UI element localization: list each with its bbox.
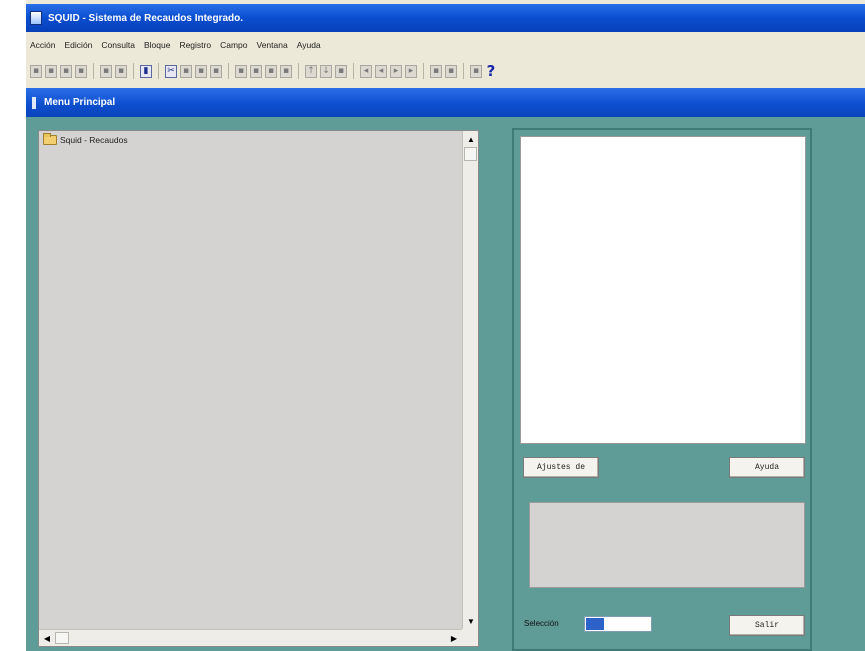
scroll-right-icon[interactable]: ▶	[447, 631, 461, 645]
menu-accion[interactable]: Acción	[30, 40, 56, 50]
help-icon[interactable]: ?	[485, 62, 497, 80]
toolbar-separator	[133, 63, 134, 79]
duplicate-icon[interactable]: ▪	[265, 64, 277, 78]
app-icon	[30, 11, 42, 25]
selection-label: Selección	[524, 619, 559, 628]
book-icon[interactable]: ▮	[140, 64, 152, 78]
delete-record-icon[interactable]: ▪	[250, 64, 262, 78]
selection-value	[586, 618, 604, 630]
menu-campo[interactable]: Campo	[220, 40, 247, 50]
exit-icon[interactable]: ▪	[75, 64, 87, 78]
first-icon[interactable]: ◂	[360, 64, 372, 78]
insert-record-icon[interactable]: ▪	[235, 64, 247, 78]
child-window-title: Menu Principal	[44, 97, 116, 108]
scroll-up-icon[interactable]: ▲	[464, 132, 478, 146]
menu-edicion[interactable]: Edición	[65, 40, 93, 50]
tree-root-node[interactable]: Squid - Recaudos	[43, 133, 128, 145]
preview-area	[520, 136, 806, 444]
menu-principal-window: Menu Principal Squid - Recaudos ▲ ▼ ◀ ▶ …	[26, 88, 865, 651]
workspace-background	[826, 128, 865, 651]
up-icon[interactable]: ↑	[305, 64, 317, 78]
scroll-corner	[462, 629, 478, 646]
menu-bloque[interactable]: Bloque	[144, 40, 170, 50]
filter-icon[interactable]: ▪	[335, 64, 347, 78]
paste-icon[interactable]: ▪	[195, 64, 207, 78]
horizontal-scrollbar[interactable]: ◀ ▶	[39, 629, 463, 646]
scissors-icon[interactable]: ✂	[165, 64, 177, 78]
query-icon[interactable]: ▪	[430, 64, 442, 78]
child-window-icon	[32, 96, 36, 109]
ajustes-button[interactable]: Ajustes de	[523, 457, 599, 478]
menu-registro[interactable]: Registro	[179, 40, 211, 50]
toolbar-separator	[93, 63, 94, 79]
clear-icon[interactable]: ▪	[280, 64, 292, 78]
window-title: SQUID - Sistema de Recaudos Integrado.	[48, 12, 244, 24]
info-area	[529, 502, 805, 588]
title-bar[interactable]: SQUID - Sistema de Recaudos Integrado.	[26, 4, 865, 32]
save-icon[interactable]: ▪	[30, 64, 42, 78]
detail-panel: Ajustes de Ayuda Selección Salir	[512, 128, 812, 651]
scroll-left-icon[interactable]: ◀	[40, 631, 54, 645]
menu-ayuda[interactable]: Ayuda	[297, 40, 321, 50]
execute-icon[interactable]: ▪	[445, 64, 457, 78]
folder-icon	[43, 133, 57, 145]
selection-input[interactable]	[584, 616, 652, 632]
down-icon[interactable]: ↓	[320, 64, 332, 78]
print-icon[interactable]: ▪	[45, 64, 57, 78]
cut-icon[interactable]: ▪	[100, 64, 112, 78]
next-icon[interactable]: ▸	[390, 64, 402, 78]
menu-tree[interactable]: Squid - Recaudos ▲ ▼ ◀ ▶	[38, 130, 479, 647]
child-title-bar[interactable]: Menu Principal	[26, 88, 865, 117]
toolbar-separator	[228, 63, 229, 79]
tree-root-label: Squid - Recaudos	[60, 135, 128, 145]
horizontal-scroll-thumb[interactable]	[55, 632, 69, 644]
context-help-icon[interactable]: ▪	[470, 64, 482, 78]
scroll-down-icon[interactable]: ▼	[464, 614, 478, 628]
toolbar-separator	[423, 63, 424, 79]
toolbar-separator	[353, 63, 354, 79]
menu-ventana[interactable]: Ventana	[257, 40, 288, 50]
toolbar-separator	[298, 63, 299, 79]
eraser-icon[interactable]: ▪	[210, 64, 222, 78]
copy-icon[interactable]: ▪	[180, 64, 192, 78]
salir-button[interactable]: Salir	[729, 615, 805, 636]
vertical-scroll-thumb[interactable]	[464, 147, 477, 161]
toolbar-separator	[158, 63, 159, 79]
menu-bar: Acción Edición Consulta Bloque Registro …	[26, 34, 865, 56]
prev-icon[interactable]: ◂	[375, 64, 387, 78]
toolbar: ▪ ▪ ▪ ▪ ▪ ▪ ▮ ✂ ▪ ▪ ▪ ▪ ▪ ▪ ▪ ↑ ↓ ▪ ◂ ◂ …	[26, 56, 865, 86]
vertical-scrollbar[interactable]: ▲ ▼	[462, 131, 478, 629]
application-window: SQUID - Sistema de Recaudos Integrado. A…	[26, 0, 865, 651]
ayuda-button[interactable]: Ayuda	[729, 457, 805, 478]
edit-icon[interactable]: ▪	[60, 64, 72, 78]
copy-icon[interactable]: ▪	[115, 64, 127, 78]
last-icon[interactable]: ▸	[405, 64, 417, 78]
menu-consulta[interactable]: Consulta	[101, 40, 135, 50]
toolbar-separator	[463, 63, 464, 79]
